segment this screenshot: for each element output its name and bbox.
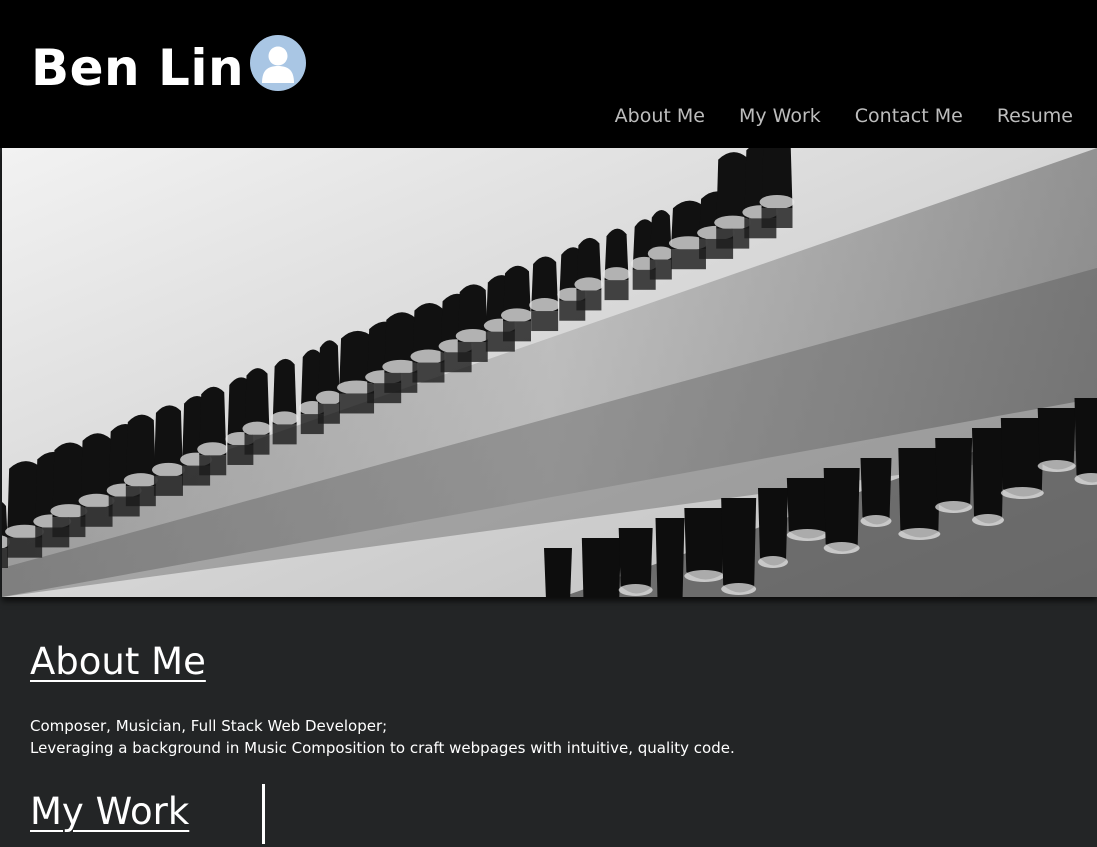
piling-shadow — [153, 475, 183, 496]
piling-foam — [123, 473, 158, 488]
reflection-foam — [721, 583, 757, 595]
piling-shadow — [604, 280, 629, 301]
my-work-heading: My Work — [30, 790, 190, 833]
piling-reflection — [618, 528, 653, 594]
reflection-foam — [684, 570, 725, 582]
reflection-foam — [935, 501, 973, 513]
piling-foam — [501, 308, 533, 323]
piling-reflection — [823, 468, 860, 552]
piling-reflection — [1074, 398, 1097, 483]
piling-foam — [151, 462, 185, 477]
piling-foam — [529, 298, 561, 313]
piling-shadow — [272, 424, 297, 445]
piling-reflection — [860, 458, 892, 525]
vertical-divider — [262, 784, 265, 844]
site-title: Ben Lin — [31, 39, 245, 97]
piling-reflection — [721, 498, 757, 593]
nav-link-resume[interactable]: Resume — [997, 102, 1073, 130]
piling-reflection — [935, 438, 973, 511]
nav-link-about-me[interactable]: About Me — [615, 102, 705, 130]
piling-reflection — [972, 428, 1004, 524]
about-text: Composer, Musician, Full Stack Web Devel… — [30, 715, 735, 759]
piling-shadow — [761, 208, 793, 228]
piling-foam — [602, 267, 631, 282]
piling-foam — [197, 442, 229, 457]
reflection-foam — [898, 528, 941, 540]
about-line-1: Composer, Musician, Full Stack Web Devel… — [30, 717, 388, 735]
reflection-foam — [786, 529, 828, 541]
reflection-foam — [823, 542, 860, 554]
piling-shadow — [199, 455, 227, 476]
piling-foam — [242, 421, 272, 436]
reflection-foam — [860, 515, 892, 527]
nav-link-contact-me[interactable]: Contact Me — [855, 102, 963, 130]
main-nav: About Me My Work Contact Me Resume — [581, 102, 1073, 130]
piling-foam — [759, 195, 795, 209]
piling-shadow — [412, 362, 445, 383]
reflection-foam — [972, 514, 1004, 526]
piling-shadow — [2, 548, 8, 568]
nav-link-my-work[interactable]: My Work — [739, 102, 821, 130]
main-content: About Me Composer, Musician, Full Stack … — [0, 597, 1097, 847]
piling-reflection — [1000, 418, 1044, 497]
piling-foam — [455, 328, 490, 343]
piling-shadow — [125, 486, 156, 507]
piling-shadow — [649, 259, 672, 280]
piling-shadow — [384, 372, 418, 393]
piling-shadow — [716, 228, 750, 249]
reflection-foam — [1037, 460, 1076, 472]
piling-shadow — [244, 434, 270, 455]
page: Ben Lin About Me My Work Contact Me Resu… — [0, 0, 1097, 847]
piling-shadow — [531, 311, 559, 332]
piling-reflection — [684, 508, 725, 580]
piling-foam — [574, 277, 604, 292]
piling-shadow — [52, 517, 86, 538]
user-avatar-icon — [250, 35, 306, 91]
piling-shadow — [317, 403, 340, 424]
piling-reflection — [898, 448, 941, 538]
piling-reflection — [655, 518, 685, 597]
piling-shadow — [457, 341, 488, 362]
reflection-foam — [1000, 487, 1044, 499]
piling-foam — [270, 411, 299, 426]
piling-shadow — [80, 506, 113, 527]
piling-reflection — [581, 538, 621, 597]
piling-reflection — [544, 548, 572, 597]
piling-foam — [315, 390, 342, 405]
piling-shadow — [576, 290, 602, 311]
about-line-2: Leveraging a background in Music Composi… — [30, 739, 735, 757]
piling-shadow — [503, 321, 531, 342]
piling-reflection — [758, 488, 788, 566]
about-heading: About Me — [30, 640, 206, 683]
reflection-foam — [758, 556, 788, 568]
piling-foam — [647, 246, 674, 261]
reflection-foam — [618, 584, 653, 596]
hero-image — [2, 148, 1097, 597]
site-header: Ben Lin About Me My Work Contact Me Resu… — [0, 0, 1097, 148]
